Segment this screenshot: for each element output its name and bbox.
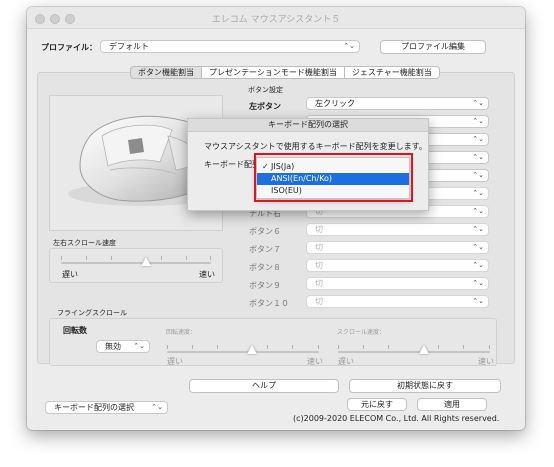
- rotation-speed-fast-label: 速い: [307, 357, 323, 366]
- button-function-value: 切: [315, 261, 323, 270]
- updown-chevron-icon: ⌃⌄: [472, 297, 484, 305]
- slider-tick: [161, 256, 162, 260]
- button-function-value: 切: [315, 225, 323, 234]
- button-settings-label: ボタン設定: [248, 86, 283, 94]
- rotation-speed-track[interactable]: [167, 351, 319, 353]
- rotation-count-label: 回転数: [63, 326, 87, 335]
- profile-value: デフォルト: [109, 42, 149, 51]
- slider-tick: [363, 345, 364, 349]
- tab-bar: ボタン機能割当 プレゼンテーションモード機能割当 ジェスチャー機能割当: [130, 66, 440, 79]
- rotation-count-select[interactable]: 無効 ⌃⌄: [96, 340, 150, 353]
- button-function-select[interactable]: 切 ⌃⌄: [306, 295, 489, 308]
- slider-tick: [318, 345, 319, 349]
- profile-select[interactable]: デフォルト ⌃⌄: [100, 40, 360, 53]
- button-row-label: ボタン８: [249, 263, 281, 272]
- slider-tick: [61, 256, 62, 260]
- dialog-message: マウスアシスタントで使用するキーボード配列を変更します。: [204, 142, 427, 151]
- updown-chevron-icon: ⌃⌄: [472, 279, 484, 287]
- button-row-label: ボタン６: [249, 227, 281, 236]
- apply-button[interactable]: 適用: [417, 398, 487, 411]
- button-function-value: 左クリック: [315, 99, 355, 108]
- revert-button[interactable]: 元に戻す: [347, 398, 407, 411]
- scroll-speed-thumb[interactable]: [419, 345, 429, 354]
- updown-chevron-icon: ⌃⌄: [472, 261, 484, 269]
- updown-chevron-icon: ⌃⌄: [472, 207, 484, 215]
- updown-chevron-icon: ⌃⌄: [133, 342, 145, 350]
- button-function-select[interactable]: 切 ⌃⌄: [306, 241, 489, 254]
- scroll-speed-track[interactable]: [338, 351, 490, 353]
- button-function-select[interactable]: 左クリック ⌃⌄: [306, 97, 489, 110]
- profile-edit-button[interactable]: プロファイル編集: [380, 40, 486, 54]
- keyboard-layout-select-label: キーボード配列の選択: [54, 403, 134, 412]
- rotation-speed-slow-label: 遅い: [167, 357, 183, 366]
- slider-tick: [86, 256, 87, 260]
- button-row-label: ボタン９: [249, 281, 281, 290]
- slider-tick: [388, 345, 389, 349]
- button-function-select[interactable]: 切 ⌃⌄: [306, 223, 489, 236]
- button-row-label: ボタン７: [249, 245, 281, 254]
- rotation-count-value: 無効: [105, 342, 121, 351]
- flying-scroll-label: フライングスクロール: [57, 309, 127, 317]
- tab-button-assign[interactable]: ボタン機能割当: [130, 66, 202, 79]
- title-bar: エレコム マウスアシスタント５: [27, 7, 525, 29]
- tilt-scroll-slow-label: 遅い: [62, 270, 78, 279]
- tab-gesture[interactable]: ジェスチャー機能割当: [344, 66, 440, 79]
- dialog-title: キーボード配列の選択: [188, 119, 428, 132]
- updown-chevron-icon: ⌃⌄: [151, 403, 163, 411]
- tilt-scroll-fast-label: 速い: [199, 270, 215, 279]
- slider-tick: [489, 345, 490, 349]
- button-row-label: 左ボタン: [249, 102, 281, 111]
- slider-tick: [192, 345, 193, 349]
- slider-tick: [210, 256, 211, 260]
- tab-presentation-mode[interactable]: プレゼンテーションモード機能割当: [202, 66, 345, 79]
- updown-chevron-icon: ⌃⌄: [472, 117, 484, 125]
- updown-chevron-icon: ⌃⌄: [343, 42, 355, 50]
- window-title: エレコム マウスアシスタント５: [211, 15, 341, 25]
- annotation-highlight-box: [254, 153, 413, 202]
- slider-tick: [167, 345, 168, 349]
- button-function-value: 切: [315, 243, 323, 252]
- slider-tick: [111, 256, 112, 260]
- updown-chevron-icon: ⌃⌄: [472, 153, 484, 161]
- help-button[interactable]: ヘルプ: [189, 379, 339, 393]
- reset-defaults-button[interactable]: 初期状態に戻す: [349, 379, 501, 393]
- tilt-scroll-thumb[interactable]: [141, 257, 151, 266]
- updown-chevron-icon: ⌃⌄: [472, 99, 484, 107]
- keyboard-layout-select[interactable]: キーボード配列の選択 ⌃⌄: [45, 401, 168, 414]
- updown-chevron-icon: ⌃⌄: [472, 189, 484, 197]
- slider-tick: [463, 345, 464, 349]
- slider-tick: [438, 345, 439, 349]
- button-function-select[interactable]: 切 ⌃⌄: [306, 277, 489, 290]
- tilt-scroll-track[interactable]: [61, 262, 211, 264]
- updown-chevron-icon: ⌃⌄: [472, 135, 484, 143]
- updown-chevron-icon: ⌃⌄: [472, 243, 484, 251]
- copyright-text: (c)2009-2020 ELECOM Co., Ltd. All Rights…: [293, 414, 500, 423]
- scroll-speed-slow-label: 遅い: [338, 357, 354, 366]
- button-function-select[interactable]: 切 ⌃⌄: [306, 259, 489, 272]
- rotation-speed-label: 回転速度：: [166, 329, 197, 336]
- tilt-scroll-label: 左右スクロール速度: [53, 239, 116, 247]
- button-function-value: 切: [315, 279, 323, 288]
- updown-chevron-icon: ⌃⌄: [472, 225, 484, 233]
- button-function-value: 切: [315, 297, 323, 306]
- slider-tick: [338, 345, 339, 349]
- scroll-speed-label: スクロール速度：: [337, 329, 386, 336]
- keyboard-layout-field-label: キーボード配列: [204, 160, 260, 169]
- scroll-speed-fast-label: 速い: [478, 357, 494, 366]
- updown-chevron-icon: ⌃⌄: [472, 171, 484, 179]
- slider-tick: [292, 345, 293, 349]
- slider-tick: [186, 256, 187, 260]
- app-window: エレコム マウスアシスタント５ プロファイル： デフォルト ⌃⌄ プロファイル編…: [27, 7, 525, 430]
- slider-tick: [267, 345, 268, 349]
- profile-label: プロファイル：: [41, 43, 97, 52]
- button-row-label: ボタン１０: [249, 299, 289, 308]
- rotation-speed-thumb[interactable]: [247, 345, 257, 354]
- slider-tick: [217, 345, 218, 349]
